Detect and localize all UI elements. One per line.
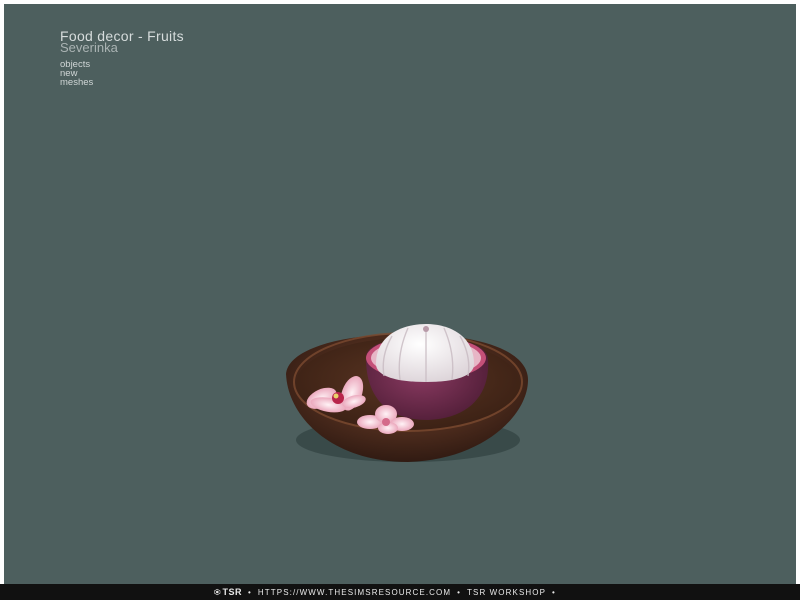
logo-text: TSR: [222, 587, 242, 597]
workshop-label: TSR WORKSHOP: [467, 587, 547, 597]
author-name: Severinka: [60, 40, 118, 55]
footer-content: TSR • HTTPS://WWW.THESIMSRESOURCE.COM • …: [214, 584, 556, 600]
tag-list: objects new meshes: [60, 60, 94, 88]
tag-meshes: meshes: [60, 77, 94, 88]
separator-dot: •: [552, 587, 556, 597]
separator-dot: •: [457, 587, 462, 597]
separator-dot: •: [248, 587, 252, 597]
footer-bar: TSR • HTTPS://WWW.THESIMSRESOURCE.COM • …: [0, 584, 800, 600]
preview-canvas: Food decor - Fruits Severinka objects ne…: [4, 4, 796, 584]
fruit-bowl-render: [286, 324, 528, 462]
tsr-logo-icon: TSR: [214, 585, 242, 599]
website-url: HTTPS://WWW.THESIMSRESOURCE.COM: [257, 587, 452, 597]
